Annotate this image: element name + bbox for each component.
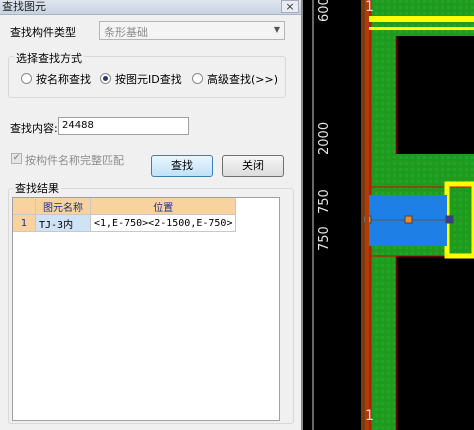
results-table: 图元名称 位置 1 TJ-3内 <1,E-750><2-1500,E-750>	[13, 198, 237, 232]
axis-line	[365, 0, 369, 430]
results-group-label: 查找结果	[13, 180, 61, 196]
search-method-group-label: 选择查找方式	[14, 50, 84, 66]
cell-element-position[interactable]: <1,E-750><2-1500,E-750>	[90, 214, 237, 232]
axis-label-top: 1	[365, 0, 374, 15]
search-content-input[interactable]: 24488	[58, 117, 189, 135]
table-row[interactable]: 1 TJ-3内 <1,E-750><2-1500,E-750>	[13, 214, 237, 232]
dimension-label-mid: 2000	[317, 121, 332, 155]
dimension-label-bottom: 750	[317, 226, 332, 251]
axis-label-bottom: 1	[365, 408, 374, 424]
component-type-select[interactable]: 条形基础 ▼	[99, 21, 285, 40]
drawing-svg	[312, 0, 474, 430]
radio-by-id[interactable]	[100, 73, 111, 84]
yellow-beam-top	[367, 16, 474, 22]
radio-by-name[interactable]	[21, 73, 32, 84]
column-header-position[interactable]: 位置	[90, 198, 237, 215]
find-button[interactable]: 查找	[151, 155, 213, 177]
grip-mid	[404, 215, 413, 224]
dimension-label-top: 600	[317, 0, 332, 22]
yellow-beam-top-2	[367, 27, 474, 30]
close-button[interactable]: 关闭	[222, 155, 284, 177]
close-icon[interactable]: ×	[281, 0, 299, 13]
grip-end	[445, 215, 454, 224]
full-match-label: 按构件名称完整匹配	[25, 154, 124, 167]
chevron-down-icon[interactable]: ▼	[274, 25, 280, 34]
inner-black-top	[396, 36, 474, 154]
row-header-corner	[13, 198, 36, 215]
component-type-value: 条形基础	[104, 26, 148, 39]
radio-advanced-label[interactable]: 高级查找(>>)	[207, 71, 278, 87]
radio-advanced[interactable]	[192, 73, 203, 84]
dialog-titlebar[interactable]: 查找图元 ×	[0, 0, 301, 15]
radio-by-name-label[interactable]: 按名称查找	[36, 71, 91, 87]
results-grid: 图元名称 位置 1 TJ-3内 <1,E-750><2-1500,E-750>	[12, 197, 280, 421]
row-index[interactable]: 1	[13, 214, 36, 232]
find-element-dialog: 查找图元 × 查找构件类型 条形基础 ▼ 选择查找方式 按名称查找 按图元ID查…	[0, 0, 303, 430]
inner-black-bottom	[396, 256, 474, 430]
drawing-canvas[interactable]: 600 2000 750 750 1 1	[303, 0, 474, 430]
dialog-title: 查找图元	[2, 0, 46, 13]
full-match-checkbox[interactable]: ✔	[11, 153, 22, 164]
radio-by-id-label[interactable]: 按图元ID查找	[115, 71, 182, 87]
dimension-label-lower: 750	[317, 189, 332, 214]
column-header-name[interactable]: 图元名称	[35, 198, 91, 215]
cell-element-name[interactable]: TJ-3内	[35, 214, 91, 232]
results-header-row: 图元名称 位置	[13, 198, 237, 215]
search-content-label: 查找内容:	[10, 122, 58, 135]
component-type-label: 查找构件类型	[10, 26, 76, 39]
